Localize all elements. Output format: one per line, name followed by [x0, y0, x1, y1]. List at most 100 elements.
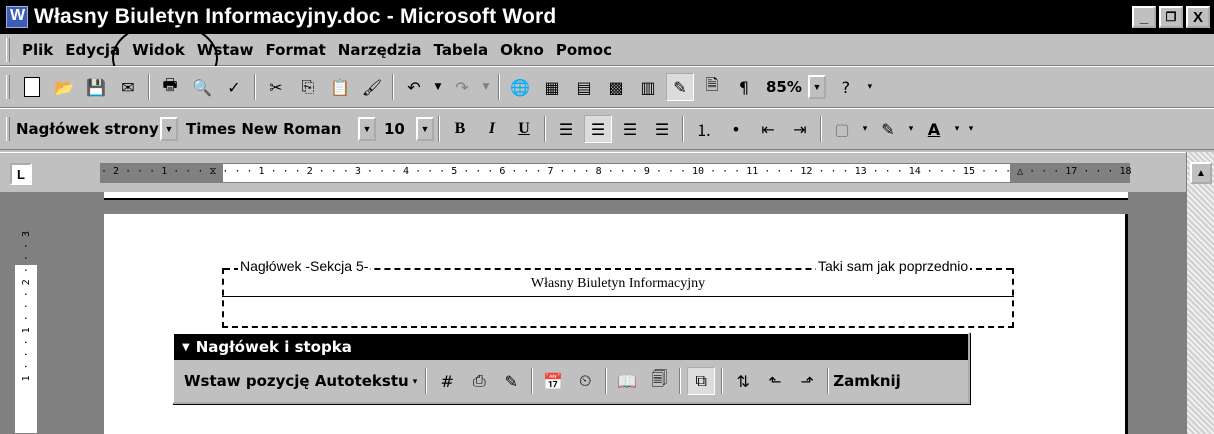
insert-table-icon[interactable]: ▤ [570, 73, 598, 101]
align-left-icon[interactable]: ☰ [552, 115, 580, 143]
separator [605, 368, 608, 394]
document-map-icon[interactable]: 🗎 [698, 73, 726, 101]
format-page-number-icon[interactable]: ✎ [497, 367, 525, 395]
numbering-icon[interactable]: ⒈ [690, 115, 718, 143]
standard-toolbar: 📂 💾 ✉ 🖶 🔍 ✓ ✂ ⎘ 📋 🖌 ↶ ▼ ↷ ▼ 🌐 ▦ ▤ ▩ ▥ ✎ … [0, 66, 1214, 108]
hyperlink-icon[interactable]: 🌐 [506, 73, 534, 101]
horizontal-ruler[interactable]: · 2 · · · 1 · · · ⧖ · · · 1 · · · 2 · · … [100, 163, 1131, 183]
new-document-icon[interactable] [18, 73, 46, 101]
tab-selector[interactable]: L [10, 163, 32, 185]
separator [679, 368, 682, 394]
separator [438, 116, 440, 142]
autotext-dropdown-icon[interactable]: ▾ [413, 376, 418, 387]
menu-tabela[interactable]: Tabela [428, 41, 495, 59]
minimize-button[interactable]: _ [1132, 6, 1156, 28]
style-combo[interactable]: Nagłówek strony [16, 117, 160, 141]
copy-icon[interactable]: ⎘ [294, 73, 322, 101]
insert-page-count-icon[interactable]: ⎙ [465, 367, 493, 395]
save-icon[interactable]: 💾 [82, 73, 110, 101]
show-hide-icon[interactable]: ¶ [730, 73, 758, 101]
insert-autotext-button[interactable]: Wstaw pozycję Autotekstu [184, 372, 409, 390]
menu-pomoc[interactable]: Pomoc [550, 41, 618, 59]
font-combo[interactable]: Times New Roman [178, 117, 358, 141]
print-icon[interactable]: 🖶 [156, 73, 184, 101]
scroll-up-icon[interactable]: ▲ [1190, 162, 1212, 184]
zoom-dropdown-icon[interactable]: ▼ [807, 75, 826, 99]
toolbar-grip[interactable] [6, 117, 10, 141]
justify-icon[interactable]: ☰ [648, 115, 676, 143]
header-same-as-previous-label: Taki sam jak poprzednio [816, 258, 971, 274]
close-button[interactable]: X [1186, 6, 1210, 28]
paste-icon[interactable]: 📋 [326, 73, 354, 101]
close-header-footer-button[interactable]: Zamknij [833, 372, 901, 390]
menu-plik[interactable]: Plik [16, 41, 59, 59]
ruler-area: L · 2 · · · 1 · · · ⧖ · · · 1 · · · 2 · … [0, 152, 1214, 192]
insert-time-icon[interactable]: ⏲ [571, 367, 599, 395]
italic-button[interactable]: I [478, 115, 506, 143]
open-folder-icon[interactable]: 📂 [50, 73, 78, 101]
word-app-icon[interactable] [6, 6, 28, 28]
toolbar-options-icon[interactable]: ▾ [966, 115, 976, 143]
separator [682, 116, 684, 142]
font-size-dropdown-icon[interactable]: ▼ [416, 117, 434, 141]
header-text[interactable]: Własny Biuletyn Informacyjny [222, 276, 1014, 297]
redo-dropdown-icon[interactable]: ▼ [480, 73, 492, 101]
show-previous-icon[interactable]: ⬑ [761, 367, 789, 395]
help-icon[interactable]: ? [832, 73, 860, 101]
menu-narzedzia[interactable]: Narzędzia [332, 41, 428, 59]
show-next-icon[interactable]: ⬏ [793, 367, 821, 395]
decrease-indent-icon[interactable]: ⇤ [754, 115, 782, 143]
email-icon[interactable]: ✉ [114, 73, 142, 101]
vertical-ruler-scale: 1 · · · 1 · · · 2 · · · 3 [21, 231, 32, 382]
increase-indent-icon[interactable]: ⇥ [786, 115, 814, 143]
font-color-dropdown-icon[interactable]: ▾ [952, 115, 962, 143]
cut-icon[interactable]: ✂ [262, 73, 290, 101]
undo-icon[interactable]: ↶ [400, 73, 428, 101]
underline-button[interactable]: U [510, 115, 538, 143]
vertical-scrollbar[interactable]: ▲ [1186, 152, 1214, 434]
page-setup-icon[interactable]: 📖 [613, 367, 641, 395]
print-preview-icon[interactable]: 🔍 [188, 73, 216, 101]
insert-excel-icon[interactable]: ▩ [602, 73, 630, 101]
tables-borders-icon[interactable]: ▦ [538, 73, 566, 101]
ruler-scale: · 2 · · · 1 · · · ⧖ · · · 1 · · · 2 · · … [101, 166, 1131, 177]
insert-page-number-icon[interactable]: # [433, 367, 461, 395]
columns-icon[interactable]: ▥ [634, 73, 662, 101]
collapse-arrow-icon[interactable]: ▼ [182, 342, 190, 353]
borders-dropdown-icon[interactable]: ▾ [860, 115, 870, 143]
toolbar-grip[interactable] [6, 37, 10, 62]
vertical-ruler[interactable]: 1 · · · 1 · · · 2 · · · 3 [14, 206, 38, 434]
restore-button[interactable]: ❐ [1159, 6, 1183, 28]
same-as-previous-icon[interactable]: ⧉ [687, 367, 716, 395]
bullets-icon[interactable]: • [722, 115, 750, 143]
show-hide-document-text-icon[interactable]: 🗐 [645, 367, 673, 395]
font-dropdown-icon[interactable]: ▼ [358, 117, 376, 141]
bold-button[interactable]: B [446, 115, 474, 143]
style-dropdown-icon[interactable]: ▼ [160, 117, 178, 141]
font-size-combo[interactable]: 10 [376, 117, 416, 141]
header-footer-toolbar: ▼ Nagłówek i stopka Wstaw pozycję Autote… [172, 332, 970, 404]
drawing-icon[interactable]: ✎ [666, 73, 694, 101]
toolbar-title-text: Nagłówek i stopka [195, 338, 352, 356]
separator [820, 116, 822, 142]
separator [392, 74, 394, 100]
menu-okno[interactable]: Okno [494, 41, 550, 59]
menu-format[interactable]: Format [260, 41, 332, 59]
highlight-icon[interactable]: ✎ [874, 115, 902, 143]
toolbar-grip[interactable] [6, 75, 10, 99]
align-center-icon[interactable]: ☰ [584, 115, 612, 143]
borders-icon[interactable]: ▢ [828, 115, 856, 143]
redo-icon[interactable]: ↷ [448, 73, 476, 101]
switch-header-footer-icon[interactable]: ⇅ [729, 367, 757, 395]
highlight-dropdown-icon[interactable]: ▾ [906, 115, 916, 143]
font-color-icon[interactable]: A [920, 115, 948, 143]
format-painter-icon[interactable]: 🖌 [358, 73, 386, 101]
header-footer-toolbar-title[interactable]: ▼ Nagłówek i stopka [174, 334, 968, 360]
spelling-icon[interactable]: ✓ [220, 73, 248, 101]
insert-date-icon[interactable]: 📅 [539, 367, 567, 395]
zoom-value[interactable]: 85% [766, 78, 802, 96]
align-right-icon[interactable]: ☰ [616, 115, 644, 143]
toolbar-options-icon[interactable]: ▾ [864, 73, 876, 101]
separator [827, 368, 830, 394]
undo-dropdown-icon[interactable]: ▼ [432, 73, 444, 101]
